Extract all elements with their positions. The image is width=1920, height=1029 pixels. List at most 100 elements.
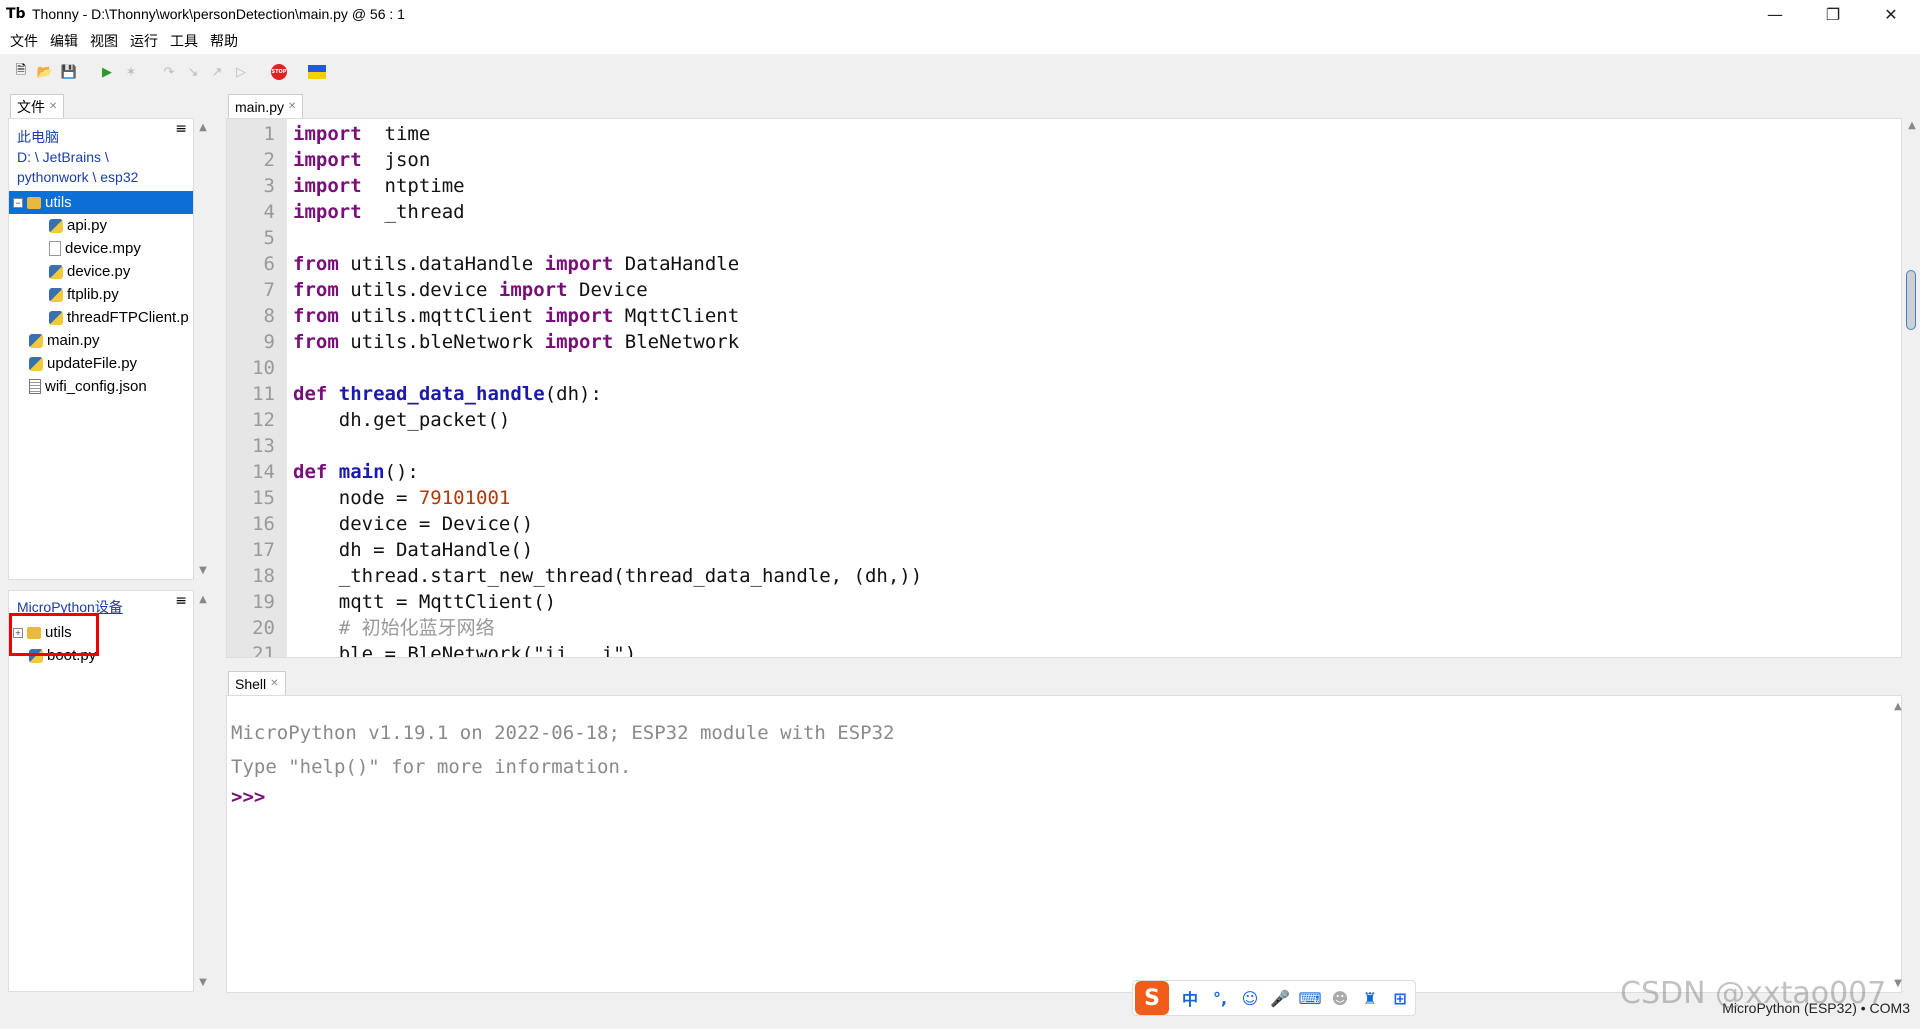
code-line[interactable]: import ntptime — [293, 173, 465, 199]
code-line[interactable]: from utils.device import Device — [293, 277, 648, 303]
scroll-up-icon[interactable]: ▲ — [196, 594, 210, 605]
menu-view[interactable]: 视图 — [90, 31, 118, 51]
code-line[interactable]: dh = DataHandle() — [293, 537, 533, 563]
code-line[interactable]: from utils.bleNetwork import BleNetwork — [293, 329, 739, 355]
menu-edit[interactable]: 编辑 — [50, 31, 78, 51]
close-tab-icon[interactable]: ✕ — [49, 101, 57, 112]
keyboard-icon[interactable]: ⌨ — [1295, 989, 1325, 1008]
code-line[interactable]: ble = BleNetwork("ii i") — [293, 641, 637, 658]
menu-help[interactable]: 帮助 — [210, 31, 238, 51]
menu-tools[interactable]: 工具 — [170, 31, 198, 51]
shell-panel[interactable]: MicroPython v1.19.1 on 2022-06-18; ESP32… — [226, 695, 1902, 993]
panel-menu-icon[interactable]: ≡ — [175, 593, 187, 609]
save-file-icon[interactable]: 💾 — [58, 61, 80, 83]
shell-prompt[interactable]: >>> — [231, 786, 265, 808]
code-token: DataHandle — [613, 253, 740, 275]
close-button[interactable]: ✕ — [1862, 0, 1920, 28]
ime-language-toggle[interactable]: 中 — [1175, 986, 1205, 1010]
code-token: thread_data_handle — [338, 383, 545, 405]
code-line[interactable]: node = 79101001 — [293, 485, 511, 511]
tree-file-wifi-config[interactable]: wifi_config.json — [9, 375, 193, 398]
ukraine-flag-icon[interactable] — [306, 61, 328, 83]
new-file-icon[interactable]: 🗎 — [10, 61, 32, 83]
tab-main-py-label: main.py — [235, 98, 285, 115]
tab-shell[interactable]: Shell ✕ — [228, 671, 286, 695]
scroll-up-icon[interactable]: ▲ — [1904, 120, 1920, 131]
code-line[interactable]: def thread_data_handle(dh): — [293, 381, 602, 407]
code-token: node = — [293, 487, 419, 509]
microphone-icon[interactable]: 🎤 — [1265, 989, 1295, 1008]
step-out-icon[interactable]: ↗ — [206, 61, 228, 83]
python-file-icon — [49, 218, 63, 233]
files-scrollbar[interactable]: ▲ ▼ — [196, 118, 210, 580]
tab-files[interactable]: 文件 ✕ — [10, 94, 65, 118]
tree-file-updatefile[interactable]: updateFile.py — [9, 352, 193, 375]
code-token: (dh): — [544, 383, 602, 405]
code-line[interactable]: def main(): — [293, 459, 419, 485]
close-tab-icon[interactable]: ✕ — [288, 101, 296, 112]
python-file-icon — [29, 333, 43, 348]
open-file-icon[interactable]: 📂 — [34, 61, 56, 83]
code-line[interactable]: mqtt = MqttClient() — [293, 589, 556, 615]
code-line[interactable]: # 初始化蓝牙网络 — [293, 615, 495, 641]
minimize-button[interactable]: — — [1746, 0, 1804, 28]
code-line[interactable]: from utils.mqttClient import MqttClient — [293, 303, 739, 329]
debug-icon[interactable]: ✶ — [120, 61, 142, 83]
tab-main-py[interactable]: main.py ✕ — [228, 94, 304, 118]
skin-icon[interactable]: ♜ — [1355, 989, 1385, 1008]
collapse-icon[interactable]: − — [13, 197, 23, 208]
scroll-down-icon[interactable]: ▼ — [196, 565, 210, 576]
menu-run[interactable]: 运行 — [130, 31, 158, 51]
restore-button[interactable]: ❐ — [1804, 0, 1862, 28]
code-token: 79101001 — [418, 487, 511, 509]
code-line[interactable]: from utils.dataHandle import DataHandle — [293, 251, 739, 277]
emoji-icon[interactable]: ☺ — [1235, 989, 1265, 1008]
scroll-up-icon[interactable]: ▲ — [196, 122, 210, 133]
tree-file-api[interactable]: api.py — [9, 214, 193, 237]
tree-file-device-py[interactable]: device.py — [9, 260, 193, 283]
path-segment-esp32[interactable]: pythonwork \ esp32 — [9, 167, 193, 187]
scroll-thumb[interactable] — [1906, 270, 1916, 330]
tree-file-main[interactable]: main.py — [9, 329, 193, 352]
scroll-down-icon[interactable]: ▼ — [1890, 978, 1906, 989]
code-line[interactable]: device = Device() — [293, 511, 533, 537]
resume-icon[interactable]: ▷ — [230, 61, 252, 83]
tree-file-threadftpclient[interactable]: threadFTPClient.p — [9, 306, 193, 329]
device-scrollbar[interactable]: ▲ ▼ — [196, 590, 210, 992]
path-this-pc[interactable]: 此电脑 — [9, 127, 193, 147]
user-icon[interactable]: ☻ — [1325, 989, 1355, 1008]
code-editor[interactable]: 1 import time 2 import json 3 import ntptime 4… — [226, 118, 1902, 658]
line-number: 15 — [252, 487, 275, 509]
line-number: 18 — [252, 565, 275, 587]
sogou-logo-icon[interactable]: S — [1135, 981, 1169, 1015]
tree-folder-utils[interactable]: − utils — [9, 191, 193, 214]
code-line[interactable]: import _thread — [293, 199, 465, 225]
tree-file-ftplib[interactable]: ftplib.py — [9, 283, 193, 306]
code-token: ble = BleNetwork("ii i") — [293, 643, 637, 658]
code-line[interactable]: import time — [293, 121, 430, 147]
code-token: utils.bleNetwork — [338, 331, 545, 353]
line-number: 3 — [263, 175, 275, 197]
step-over-icon[interactable]: ↷ — [158, 61, 180, 83]
path-segment-jetbrains[interactable]: D: \ JetBrains \ — [9, 147, 193, 167]
code-line[interactable]: dh.get_packet() — [293, 407, 511, 433]
tree-file-device-mpy[interactable]: device.mpy — [9, 237, 193, 260]
shell-scrollbar[interactable]: ▲ ▼ — [1890, 695, 1906, 993]
code-line[interactable]: _thread.start_new_thread(thread_data_han… — [293, 563, 922, 589]
editor-scrollbar[interactable]: ▲ — [1904, 118, 1920, 658]
line-number: 12 — [252, 409, 275, 431]
stop-icon[interactable]: STOP — [268, 61, 290, 83]
shell-help-line: Type "help()" for more information. — [231, 756, 632, 778]
step-into-icon[interactable]: ↘ — [182, 61, 204, 83]
code-line[interactable]: import json — [293, 147, 430, 173]
scroll-up-icon[interactable]: ▲ — [1890, 701, 1906, 712]
run-icon[interactable]: ▶ — [96, 61, 118, 83]
close-tab-icon[interactable]: ✕ — [270, 678, 278, 689]
menu-file[interactable]: 文件 — [10, 31, 38, 51]
panel-menu-icon[interactable]: ≡ — [175, 121, 187, 137]
code-token: (): — [384, 461, 419, 483]
punctuation-icon[interactable]: °, — [1205, 989, 1235, 1008]
scroll-down-icon[interactable]: ▼ — [196, 977, 210, 988]
code-token: import — [544, 253, 614, 275]
apps-grid-icon[interactable]: ⊞ — [1385, 989, 1415, 1008]
